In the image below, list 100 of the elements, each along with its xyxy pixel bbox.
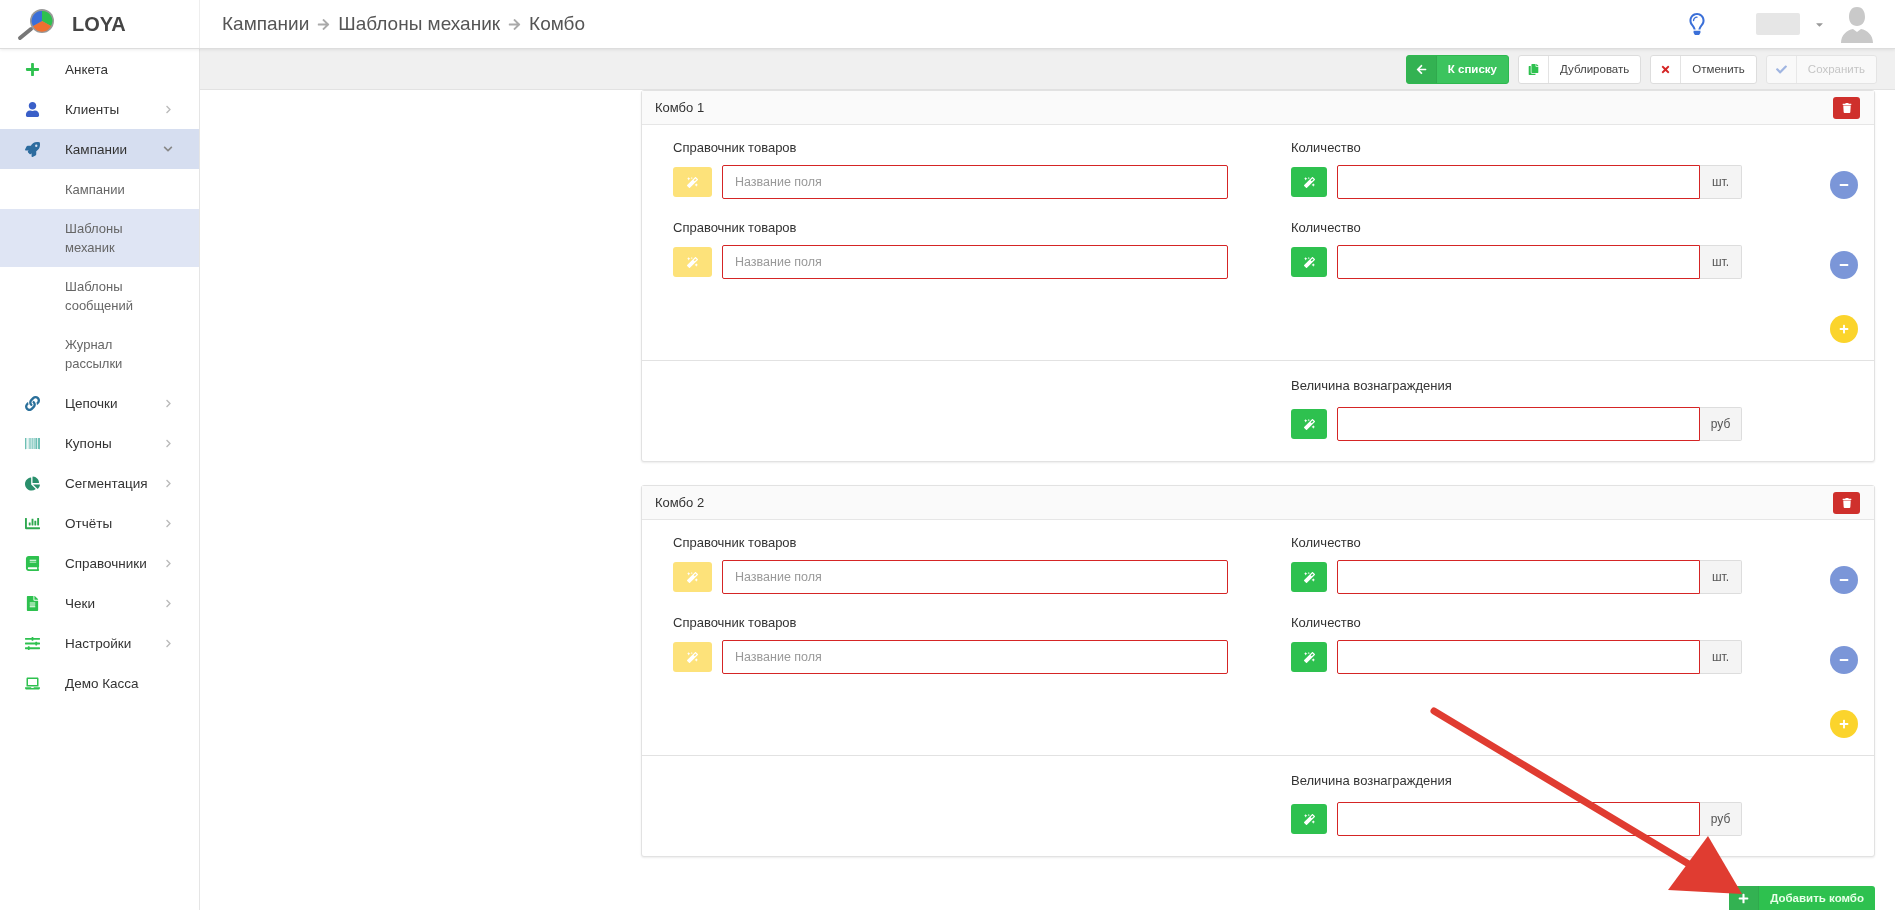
card-title: Комбо 2	[655, 495, 705, 510]
delete-button[interactable]	[1833, 491, 1860, 514]
toolbar-button[interactable]: Отменить	[1650, 54, 1757, 84]
menu-icon	[25, 515, 40, 531]
menu-icon	[25, 595, 40, 611]
wand-icon	[1303, 256, 1315, 268]
sidebar-item[interactable]: Справочники	[0, 543, 199, 583]
input-field[interactable]: Название поля	[722, 165, 1228, 199]
input-field[interactable]: Название поля	[722, 640, 1228, 674]
sidebar-item[interactable]: Купоны	[0, 423, 199, 463]
wand-icon	[1303, 813, 1315, 825]
menu-icon	[25, 555, 40, 571]
copy-icon	[1527, 63, 1539, 75]
input-field[interactable]: Название поля	[722, 560, 1228, 594]
sidebar-item[interactable]: Цепочки	[0, 383, 199, 423]
picker-button[interactable]	[1291, 562, 1327, 592]
trash-icon	[1841, 497, 1852, 508]
close-icon	[1660, 63, 1672, 75]
menu-icon	[25, 141, 40, 157]
unit-addon: шт.	[1700, 640, 1742, 674]
sidebar-item[interactable]: Клиенты	[0, 89, 199, 129]
sidebar-item[interactable]: Настройки	[0, 623, 199, 663]
chevron-right-icon	[164, 104, 173, 114]
chevron-right-icon	[164, 398, 173, 408]
sidebar-item[interactable]: Чеки	[0, 583, 199, 623]
sidebar-subitem[interactable]: Шаблоны сообщений	[0, 267, 199, 325]
chevron-right-icon	[164, 478, 173, 488]
wand-icon	[1303, 176, 1315, 188]
remove-button[interactable]	[1830, 646, 1858, 674]
breadcrumb-item[interactable]: Кампании	[222, 13, 310, 35]
sidebar-subitem[interactable]: Журнал рассылки	[0, 325, 199, 383]
field-label: Количество	[1291, 139, 1362, 157]
toolbar-button[interactable]: Дублировать	[1517, 54, 1642, 84]
field-label: Количество	[1291, 534, 1362, 552]
picker-button[interactable]	[1291, 167, 1327, 197]
sidebar-item[interactable]: Сегментация	[0, 463, 199, 503]
chevron-right-icon	[164, 438, 173, 448]
field-label: Количество	[1291, 219, 1362, 237]
menu-icon	[25, 435, 40, 451]
menu-icon	[25, 475, 40, 491]
menu-icon	[25, 61, 40, 77]
unit-addon: шт.	[1700, 245, 1742, 279]
wand-icon	[687, 256, 698, 268]
wand-icon	[687, 651, 698, 663]
sidebar-subitem[interactable]: Кампании	[0, 169, 199, 209]
field-label: Справочник товаров	[673, 139, 798, 157]
field-label: Количество	[1291, 614, 1362, 632]
wand-icon	[1303, 651, 1315, 663]
input-field[interactable]	[1337, 407, 1700, 441]
card-title: Комбо 1	[655, 100, 705, 115]
arrow-left-icon	[1415, 63, 1427, 75]
wand-icon	[687, 176, 698, 188]
remove-button[interactable]	[1830, 566, 1858, 594]
blurred-username	[1756, 13, 1800, 35]
menu-icon	[25, 675, 40, 691]
field-label: Справочник товаров	[673, 614, 798, 632]
delete-button[interactable]	[1833, 96, 1860, 119]
input-field[interactable]: Название поля	[722, 245, 1228, 279]
add-row-button[interactable]	[1830, 710, 1858, 738]
add-row-button[interactable]	[1830, 315, 1858, 343]
remove-button[interactable]	[1830, 171, 1858, 199]
plus-icon	[1839, 719, 1849, 729]
sidebar-item[interactable]: Демо Касса	[0, 663, 199, 703]
plus-icon	[1738, 892, 1750, 904]
sidebar-item[interactable]: Отчёты	[0, 503, 199, 543]
sidebar-item[interactable]: Кампании	[0, 129, 199, 169]
menu-icon	[25, 395, 40, 411]
check-icon	[1775, 63, 1787, 75]
input-field[interactable]	[1337, 802, 1700, 836]
wand-icon	[1303, 418, 1315, 430]
arrow-right-icon	[508, 17, 522, 31]
field-label: Справочник товаров	[673, 534, 798, 552]
avatar-icon[interactable]	[1839, 5, 1875, 43]
menu-icon	[25, 101, 40, 117]
chevron-right-icon	[164, 558, 173, 568]
input-field[interactable]	[1337, 560, 1700, 594]
chevron-right-icon	[164, 638, 173, 648]
lightbulb-icon[interactable]	[1686, 13, 1708, 35]
logo-text: LOYA	[72, 12, 126, 36]
field-label: Величина вознаграждения	[1291, 377, 1453, 395]
breadcrumb-item[interactable]: Шаблоны механик	[338, 13, 501, 35]
wand-icon	[687, 571, 698, 583]
menu-icon	[25, 635, 40, 651]
unit-addon: шт.	[1700, 560, 1742, 594]
unit-addon: руб	[1700, 407, 1742, 441]
breadcrumb-item: Комбо	[529, 13, 585, 35]
picker-button[interactable]	[1291, 247, 1327, 277]
chevron-down-icon	[163, 144, 173, 154]
unit-addon: шт.	[1700, 165, 1742, 199]
picker-button[interactable]	[1291, 804, 1327, 834]
picker-button[interactable]	[1291, 409, 1327, 439]
sidebar-subitem[interactable]: Шаблоны механик	[0, 209, 199, 267]
remove-button[interactable]	[1830, 251, 1858, 279]
input-field[interactable]	[1337, 165, 1700, 199]
sidebar-item[interactable]: Анкета	[0, 49, 199, 89]
input-field[interactable]	[1337, 640, 1700, 674]
picker-button[interactable]	[1291, 642, 1327, 672]
chevron-right-icon	[164, 598, 173, 608]
arrow-right-icon	[317, 17, 331, 31]
input-field[interactable]	[1337, 245, 1700, 279]
